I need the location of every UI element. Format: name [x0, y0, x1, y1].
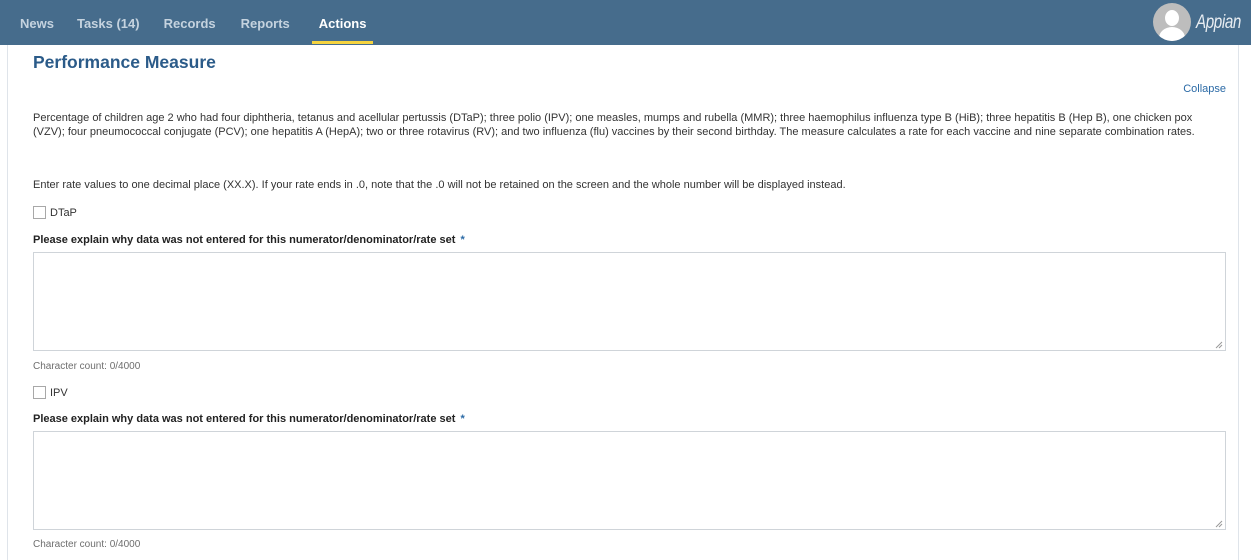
vaccine-row-ipv: IPV: [33, 386, 68, 399]
avatar-body-shape: [1159, 27, 1185, 41]
required-marker: *: [460, 413, 465, 425]
ipv-explanation-label-text: Please explain why data was not entered …: [33, 413, 456, 425]
nav-tab-actions[interactable]: Actions: [311, 0, 374, 45]
avatar-head-shape: [1165, 10, 1179, 26]
dtap-explanation-label-text: Please explain why data was not entered …: [33, 234, 456, 246]
top-navigation-bar: News Tasks (14) Records Reports Actions …: [0, 0, 1251, 45]
nav-tab-tasks[interactable]: Tasks (14): [64, 0, 150, 45]
rate-entry-note: Enter rate values to one decimal place (…: [33, 179, 846, 191]
main-content-panel: Performance Measure Collapse Percentage …: [7, 45, 1239, 560]
user-avatar-icon[interactable]: [1153, 3, 1191, 41]
dtap-explanation-textarea[interactable]: [33, 252, 1226, 351]
ipv-checkbox-label: IPV: [50, 386, 68, 399]
nav-tab-reports[interactable]: Reports: [226, 0, 300, 45]
required-marker: *: [460, 234, 465, 246]
nav-tab-records[interactable]: Records: [150, 0, 226, 45]
dtap-checkbox[interactable]: [33, 206, 46, 219]
ipv-explanation-label: Please explain why data was not entered …: [33, 413, 465, 425]
ipv-explanation-textarea[interactable]: [33, 431, 1226, 530]
appian-logo: Appian: [1196, 12, 1241, 33]
ipv-checkbox[interactable]: [33, 386, 46, 399]
nav-tab-news[interactable]: News: [0, 0, 64, 45]
dtap-explanation-label: Please explain why data was not entered …: [33, 234, 465, 246]
vaccine-row-dtap: DTaP: [33, 206, 77, 219]
collapse-link[interactable]: Collapse: [1183, 83, 1226, 95]
section-title: Performance Measure: [33, 52, 216, 72]
dtap-character-count: Character count: 0/4000: [33, 361, 141, 372]
ipv-character-count: Character count: 0/4000: [33, 539, 141, 550]
dtap-checkbox-label: DTaP: [50, 206, 77, 219]
measure-description: Percentage of children age 2 who had fou…: [33, 112, 1195, 138]
main-nav: News Tasks (14) Records Reports Actions: [0, 0, 374, 45]
